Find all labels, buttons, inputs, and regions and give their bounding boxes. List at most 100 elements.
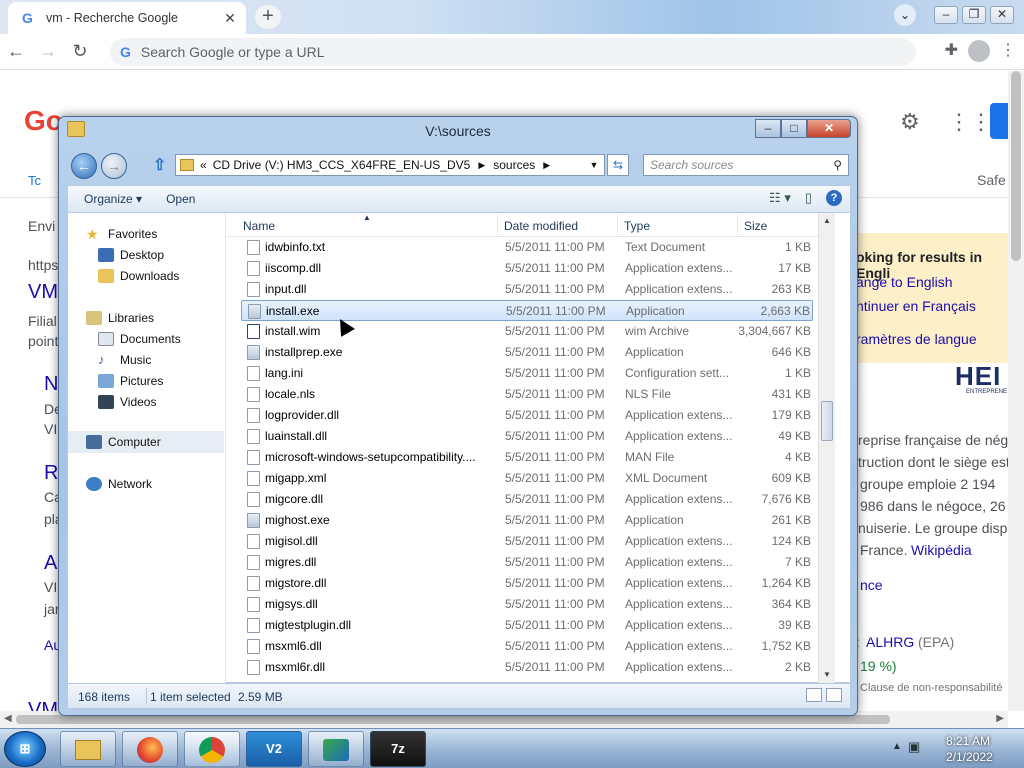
file-row[interactable]: migtestplugin.dll 5/5/2011 11:00 PM Applic… bbox=[241, 615, 813, 636]
help-icon[interactable]: ? bbox=[826, 190, 842, 206]
search-input[interactable]: Search sources ⚲ bbox=[643, 154, 849, 176]
result-title[interactable]: A bbox=[44, 552, 57, 575]
file-row[interactable]: install.wim 5/5/2011 11:00 PM wim Archive 3… bbox=[241, 321, 813, 342]
large-icons-view-icon[interactable] bbox=[826, 688, 842, 702]
file-row[interactable]: lang.ini 5/5/2011 11:00 PM Configuration s… bbox=[241, 363, 813, 384]
file-row[interactable]: input.dll 5/5/2011 11:00 PM Application ex… bbox=[241, 279, 813, 300]
file-row[interactable]: install.exe 5/5/2011 11:00 PM Application 2… bbox=[241, 300, 813, 321]
nav-documents[interactable]: Documents bbox=[98, 332, 181, 346]
browser-tab[interactable]: G vm - Recherche Google ✕ bbox=[8, 2, 246, 34]
column-separator[interactable] bbox=[497, 215, 498, 235]
refresh-icon[interactable]: ⇆ bbox=[607, 154, 629, 176]
nav-music[interactable]: ♪ Music bbox=[98, 353, 151, 368]
address-drive[interactable]: CD Drive (V:) HM3_CCS_X64FRE_EN-US_DV5 bbox=[213, 158, 471, 172]
file-row[interactable]: microsoft-windows-setupcompatibility....… bbox=[241, 447, 813, 468]
column-name[interactable]: Name bbox=[243, 219, 275, 233]
wikipedia-link[interactable]: Wikipédia bbox=[911, 542, 972, 558]
menu-dots-icon[interactable]: ⋮ bbox=[1000, 40, 1016, 62]
sign-in-button[interactable] bbox=[990, 103, 1010, 139]
minimize-button[interactable]: – bbox=[934, 6, 958, 24]
column-separator[interactable] bbox=[737, 215, 738, 235]
show-hidden-icons-icon[interactable]: ▲ bbox=[892, 741, 902, 752]
scroll-thumb[interactable] bbox=[821, 401, 833, 441]
breadcrumb-arrow-icon[interactable]: ▶ bbox=[478, 160, 485, 171]
scroll-right-icon[interactable]: ▶ bbox=[996, 713, 1004, 724]
details-view-icon[interactable] bbox=[806, 688, 822, 702]
continue-french-link[interactable]: ntinuer en Français bbox=[856, 298, 976, 314]
forward-icon[interactable]: → bbox=[32, 41, 64, 62]
view-options-icon[interactable]: ☷ ▾ bbox=[769, 190, 791, 206]
7zip-taskbar-icon[interactable]: 7z bbox=[370, 731, 426, 767]
back-icon[interactable]: ← bbox=[0, 41, 32, 62]
back-arrow-icon[interactable]: ← bbox=[71, 153, 97, 179]
tab-search-icon[interactable]: ⌄ bbox=[894, 4, 916, 26]
file-row[interactable]: migisol.dll 5/5/2011 11:00 PM Application … bbox=[241, 531, 813, 552]
address-overflow[interactable]: « bbox=[200, 158, 207, 172]
kp-link[interactable]: nce bbox=[860, 577, 883, 593]
open-button[interactable]: Open bbox=[154, 192, 207, 206]
explorer-taskbar-icon[interactable] bbox=[60, 731, 116, 767]
reload-icon[interactable]: ↻ bbox=[64, 41, 96, 62]
address-bar[interactable]: « CD Drive (V:) HM3_CCS_X64FRE_EN-US_DV5… bbox=[175, 154, 605, 176]
file-row[interactable]: migres.dll 5/5/2011 11:00 PM Application e… bbox=[241, 552, 813, 573]
nav-computer[interactable]: Computer bbox=[86, 435, 161, 449]
scroll-thumb[interactable] bbox=[16, 715, 890, 724]
result-title[interactable]: N bbox=[44, 373, 58, 396]
disclaimer-link[interactable]: Clause de non-responsabilité bbox=[860, 682, 1002, 694]
clock-time[interactable]: 8:21 AM bbox=[946, 734, 990, 748]
file-row[interactable]: logprovider.dll 5/5/2011 11:00 PM Applicat… bbox=[241, 405, 813, 426]
nav-videos[interactable]: Videos bbox=[98, 395, 156, 409]
column-size[interactable]: Size bbox=[744, 219, 767, 233]
result-url[interactable]: https bbox=[28, 257, 58, 273]
forward-arrow-icon[interactable]: → bbox=[101, 153, 127, 179]
language-settings-link[interactable]: ramètres de langue bbox=[856, 331, 977, 347]
result-title[interactable]: VM bbox=[28, 281, 58, 304]
apps-grid-icon[interactable]: ⋮⋮ bbox=[948, 109, 992, 135]
file-row[interactable]: migstore.dll 5/5/2011 11:00 PM Application… bbox=[241, 573, 813, 594]
file-row[interactable]: msxml6r.dll 5/5/2011 11:00 PM Application … bbox=[241, 657, 813, 678]
extensions-icon[interactable]: ✚ bbox=[945, 40, 958, 62]
new-tab-button[interactable]: + bbox=[255, 5, 281, 29]
address-folder[interactable]: sources bbox=[493, 158, 535, 172]
file-row[interactable]: iiscomp.dll 5/5/2011 11:00 PM Application … bbox=[241, 258, 813, 279]
file-row[interactable]: luainstall.dll 5/5/2011 11:00 PM Applicati… bbox=[241, 426, 813, 447]
address-dropdown-icon[interactable]: ▼ bbox=[584, 155, 604, 175]
page-scrollbar-vertical[interactable] bbox=[1008, 71, 1024, 711]
file-row[interactable]: migcore.dll 5/5/2011 11:00 PM Application … bbox=[241, 489, 813, 510]
safesearch-label[interactable]: Safe bbox=[977, 172, 1006, 188]
chrome-taskbar-icon[interactable] bbox=[184, 731, 240, 767]
column-separator[interactable] bbox=[617, 215, 618, 235]
scroll-left-icon[interactable]: ◀ bbox=[4, 713, 12, 724]
clock-date[interactable]: 2/1/2022 bbox=[946, 750, 993, 764]
search-tab-all[interactable]: Tc bbox=[28, 173, 41, 188]
organize-menu-button[interactable]: Organize ▾ bbox=[72, 192, 154, 206]
file-list-scrollbar[interactable]: ▲ ▼ bbox=[818, 213, 835, 683]
column-date[interactable]: Date modified bbox=[504, 219, 578, 233]
nav-libraries[interactable]: Libraries bbox=[86, 311, 154, 325]
nav-pictures[interactable]: Pictures bbox=[98, 374, 163, 388]
breadcrumb-arrow-icon[interactable]: ▶ bbox=[543, 160, 550, 171]
file-row[interactable]: idwbinfo.txt 5/5/2011 11:00 PM Text Docume… bbox=[241, 237, 813, 258]
vs-taskbar-icon[interactable]: V2 bbox=[246, 731, 302, 767]
up-arrow-icon[interactable]: ⇧ bbox=[153, 155, 166, 175]
explorer-maximize-button[interactable]: □ bbox=[781, 119, 807, 138]
nav-desktop[interactable]: Desktop bbox=[98, 248, 164, 262]
scroll-up-icon[interactable]: ▲ bbox=[819, 213, 835, 229]
nav-network[interactable]: Network bbox=[86, 477, 152, 491]
scroll-thumb[interactable] bbox=[1011, 71, 1021, 261]
profile-avatar[interactable] bbox=[968, 40, 990, 62]
change-to-english-link[interactable]: ange to English bbox=[856, 274, 953, 290]
omnibox[interactable]: G Search Google or type a URL bbox=[110, 38, 916, 66]
file-row[interactable]: msxml6.dll 5/5/2011 11:00 PM Application e… bbox=[241, 636, 813, 657]
idm-taskbar-icon[interactable] bbox=[308, 731, 364, 767]
file-row[interactable]: migapp.xml 5/5/2011 11:00 PM XML Document 6… bbox=[241, 468, 813, 489]
tab-close-icon[interactable]: ✕ bbox=[220, 10, 240, 27]
explorer-close-button[interactable]: ✕ bbox=[807, 119, 851, 138]
file-row[interactable]: migsys.dll 5/5/2011 11:00 PM Application e… bbox=[241, 594, 813, 615]
nav-downloads[interactable]: Downloads bbox=[98, 269, 179, 283]
column-type[interactable]: Type bbox=[624, 219, 650, 233]
file-row[interactable]: locale.nls 5/5/2011 11:00 PM NLS File 431 K… bbox=[241, 384, 813, 405]
stock-ticker-link[interactable]: ALHRG bbox=[866, 634, 914, 650]
result-title[interactable]: R bbox=[44, 462, 58, 485]
explorer-minimize-button[interactable]: – bbox=[755, 119, 781, 138]
